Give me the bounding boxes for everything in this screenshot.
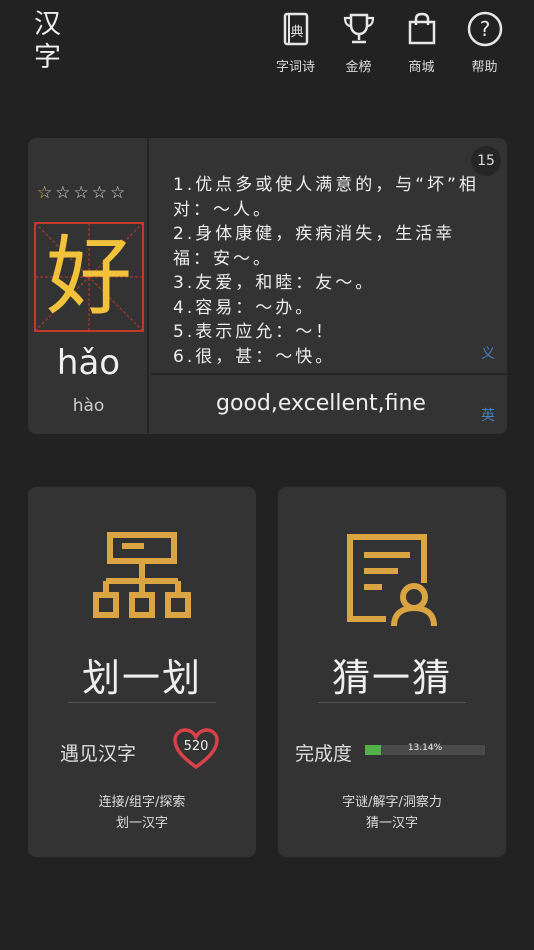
meaning-list: 1.优点多或使人满意的，与“坏”相对：～人。 2.身体康健，疾病消失，生活幸福：… — [173, 173, 483, 369]
nav-label: 帮助 — [471, 60, 498, 75]
guess-game-tile[interactable]: 猜一猜 完成度 13.14% 字谜/解字/洞察力 猜一汉字 — [278, 487, 506, 857]
meaning-item: 2.身体康健，疾病消失，生活幸福：安～。 — [173, 224, 456, 269]
count-badge: 15 — [471, 146, 501, 176]
progress-text: 13.14% — [407, 743, 443, 753]
nav-help[interactable]: ? 帮助 — [453, 10, 516, 75]
meaning-item: 4.容易：～办。 — [173, 297, 316, 318]
help-icon: ? — [467, 11, 502, 47]
main-character: 好 — [46, 227, 132, 327]
star-empty-icon: ☆ — [110, 183, 126, 203]
tile-description: 连接/组字/探索 划一汉字 — [28, 792, 256, 834]
definition-panel: 15 1.优点多或使人满意的，与“坏”相对：～人。 2.身体康健，疾病消失，生活… — [151, 138, 507, 434]
nav-dictionary[interactable]: 典 字词诗 — [264, 10, 327, 75]
star-empty-icon: ☆ — [73, 183, 89, 203]
meaning-item: 6.很，甚：～快。 — [173, 346, 336, 367]
desc-line: 连接/组字/探索 — [98, 795, 186, 810]
character-grid[interactable]: 好 — [34, 222, 144, 332]
stroke-game-tile[interactable]: 划一划 遇见汉字 520 连接/组字/探索 划一汉字 — [28, 487, 256, 857]
nav-label: 商城 — [408, 60, 435, 75]
tile-description: 字谜/解字/洞察力 猜一汉字 — [278, 792, 506, 834]
top-nav: 典 字词诗 金榜 商城 ? 帮助 — [264, 10, 516, 75]
desc-line: 字谜/解字/洞察力 — [342, 795, 442, 810]
divider — [68, 702, 216, 703]
dictionary-icon: 典 — [283, 12, 308, 46]
nav-label: 字词诗 — [275, 60, 315, 75]
svg-text:?: ? — [479, 17, 490, 41]
nav-leaderboard[interactable]: 金榜 — [327, 10, 390, 75]
nav-shop[interactable]: 商城 — [390, 10, 453, 75]
star-half-icon: ☆ — [37, 183, 53, 203]
shopping-bag-icon — [408, 12, 435, 45]
meaning-item: 1.优点多或使人满意的，与“坏”相对：～人。 — [173, 175, 479, 220]
app-title: 汉 字 — [34, 8, 61, 74]
desc-line: 猜一汉字 — [365, 816, 418, 831]
app-title-line1: 汉 — [34, 9, 61, 40]
pinyin: hǎo — [56, 343, 121, 383]
english-translation: good,excellent,fine — [216, 391, 426, 416]
star-empty-icon: ☆ — [55, 183, 71, 203]
meaning-item: 5.表示应允：～！ — [173, 322, 336, 342]
desc-line: 划一汉字 — [115, 816, 168, 831]
meaning-tag[interactable]: 义 — [481, 343, 495, 363]
encounter-count: 520 — [183, 739, 209, 754]
stat-label: 遇见汉字 — [60, 743, 137, 765]
tile-title: 划一划 — [81, 656, 202, 700]
svg-text:典: 典 — [290, 25, 303, 40]
divider — [318, 702, 466, 703]
english-tag[interactable]: 英 — [481, 405, 495, 425]
trophy-icon — [343, 13, 374, 44]
progress-label: 完成度 — [295, 743, 353, 765]
character-panel: ☆ ☆ ☆ ☆ ☆ 好 hǎo hào — [28, 138, 149, 434]
divider — [151, 373, 507, 375]
alt-pinyin[interactable]: hào — [28, 396, 149, 416]
document-user-icon — [347, 534, 437, 627]
star-empty-icon: ☆ — [91, 183, 107, 203]
hierarchy-icon — [93, 532, 191, 618]
tile-title: 猜一猜 — [331, 656, 452, 700]
rating-stars: ☆ ☆ ☆ ☆ ☆ — [37, 185, 125, 202]
word-card[interactable]: ☆ ☆ ☆ ☆ ☆ 好 hǎo hào 15 1.优点多或使人满意的，与“坏”相… — [28, 138, 507, 434]
nav-label: 金榜 — [345, 60, 372, 75]
app-title-line2: 字 — [34, 42, 61, 73]
meaning-item: 3.友爱，和睦：友～。 — [173, 273, 376, 293]
